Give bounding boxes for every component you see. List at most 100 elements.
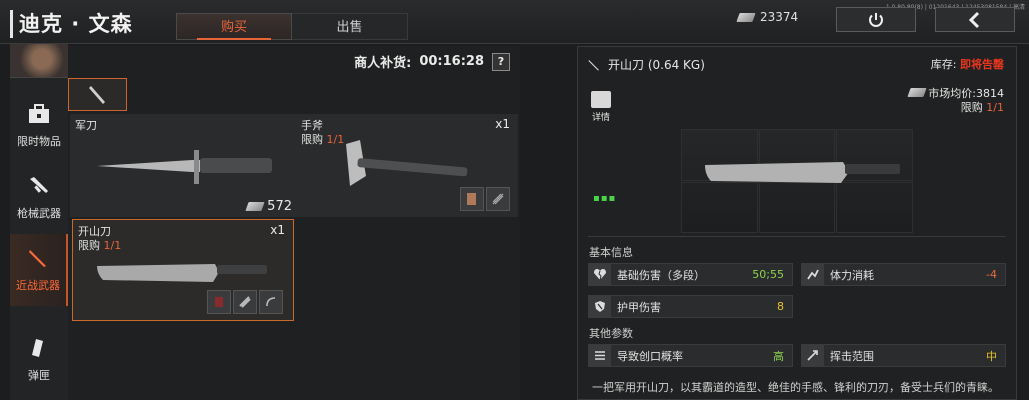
stamina-icon: [802, 264, 824, 285]
sidebar-item-melee[interactable]: 近战武器: [10, 234, 68, 306]
quality-dots: ▪▪▪: [593, 193, 617, 204]
cash-icon: [907, 88, 927, 97]
item-card-bayonet[interactable]: 军刀 572: [70, 114, 296, 217]
stat-label: 体力消耗: [830, 268, 874, 282]
whetstone-icon: [239, 296, 251, 308]
stat-label: 导致创口概率: [617, 349, 683, 363]
broken-heart-icon: [589, 264, 611, 285]
limit-row: 限购 1/1: [909, 101, 1004, 115]
attachment-slot[interactable]: [259, 290, 283, 314]
magazine-icon: [28, 337, 50, 359]
machete-icon: [88, 85, 105, 104]
market-info: 市场均价:3814 限购 1/1: [907, 87, 1004, 115]
hatchet-icon: [346, 140, 468, 186]
machete-icon: [97, 264, 267, 282]
detail-title-text: 开山刀 (0.64 KG): [608, 58, 705, 72]
attachment-slot[interactable]: [207, 290, 231, 314]
stock-label: 库存:: [930, 58, 957, 71]
back-button[interactable]: [935, 7, 1015, 32]
stat-value: 8: [777, 300, 784, 313]
item-card-hatchet[interactable]: 手斧 限购 1/1 x1: [296, 114, 518, 217]
restock-time: 00:16:28: [419, 54, 484, 69]
rifle-icon: [28, 175, 50, 197]
item-description: 一把军用开山刀，以其霸道的造型、绝佳的手感、锋利的刀刃，备受士兵们的青睐。: [592, 381, 999, 394]
cash-icon: [736, 12, 756, 22]
currency-display: 23374: [736, 10, 799, 24]
stat-stamina: 体力消耗 -4: [801, 263, 1006, 286]
detail-info-button[interactable]: 详情: [588, 91, 614, 123]
wound-icon: [589, 345, 611, 366]
trader-name: 迪克 · 文森: [10, 10, 133, 38]
sidebar-item-firearms[interactable]: 枪械武器: [10, 162, 68, 234]
item-qty: x1: [270, 223, 285, 237]
bandage-icon: [215, 297, 223, 307]
tab-sell[interactable]: 出售: [292, 13, 408, 40]
back-arrow-icon: [968, 11, 980, 28]
sidebar-item-label: 枪械武器: [17, 207, 61, 220]
divider: [588, 236, 1006, 237]
help-button[interactable]: ?: [492, 52, 510, 71]
power-icon: [869, 12, 883, 27]
power-button[interactable]: [836, 7, 916, 32]
market-label: 市场均价:: [928, 87, 976, 100]
basic-info-label: 基本信息: [589, 246, 633, 259]
limit-value: 1/1: [103, 239, 122, 252]
item-limit: 限购 1/1: [78, 237, 121, 253]
stat-value: -4: [986, 268, 997, 281]
currency-amount: 23374: [760, 10, 799, 24]
rope-icon: [266, 297, 276, 307]
filter-machete-slot[interactable]: [68, 78, 127, 111]
stat-label: 挥击范围: [830, 349, 874, 363]
limit-label: 限购: [960, 101, 983, 114]
swing-icon: [802, 345, 824, 366]
sidebar-item-label: 弹匣: [28, 369, 50, 382]
stat-swing-range: 挥击范围 中: [801, 344, 1006, 367]
sidebar-item-magazine[interactable]: 弹匣: [10, 324, 68, 396]
item-price-value: 572: [267, 199, 292, 214]
stat-value: 高: [773, 349, 784, 363]
detail-title: 开山刀 (0.64 KG): [588, 56, 705, 73]
sidebar-item-limited[interactable]: 限时物品: [10, 90, 68, 162]
briefcase-icon: [28, 103, 50, 125]
attachment-slot[interactable]: [486, 187, 510, 211]
sidebar-item-label: 限时物品: [17, 135, 61, 148]
limit-label: 限购: [78, 239, 100, 252]
info-card-icon: [591, 91, 611, 108]
machete-large-icon: [705, 162, 900, 183]
stat-label: 护甲伤害: [617, 300, 661, 314]
armor-break-icon: [589, 296, 611, 317]
tab-buy[interactable]: 购买: [176, 13, 292, 40]
detail-info-label: 详情: [591, 113, 610, 123]
book-icon: [467, 193, 476, 205]
item-price: 572: [245, 199, 292, 214]
restock-timer: 商人补货: 00:16:28 ?: [354, 52, 510, 71]
stat-base-damage: 基础伤害（多段） 50;55: [588, 263, 793, 286]
stat-armor-damage: 护甲伤害 8: [588, 295, 793, 318]
item-name: 军刀: [75, 119, 97, 132]
stat-value: 中: [986, 349, 997, 363]
item-qty: x1: [495, 117, 510, 131]
fiber-icon: [492, 193, 504, 205]
stat-value: 50;55: [752, 268, 784, 281]
item-detail-panel: 开山刀 (0.64 KG) 库存: 即将告罄 详情 市场均价:3814 限购 1…: [577, 46, 1017, 400]
market-price-row: 市场均价:3814: [907, 87, 1004, 101]
limit-value: 1/1: [986, 101, 1004, 114]
machete-icon: [588, 59, 599, 70]
bayonet-icon: [97, 150, 272, 184]
attachment-slot[interactable]: [233, 290, 257, 314]
item-card-machete[interactable]: 开山刀 限购 1/1 x1: [72, 219, 294, 321]
trader-avatar: [10, 44, 68, 78]
stat-label: 基础伤害（多段）: [617, 268, 705, 282]
other-params-label: 其他参数: [589, 327, 633, 340]
stat-bleed-chance: 导致创口概率 高: [588, 344, 793, 367]
restock-label: 商人补货:: [354, 56, 412, 71]
item-preview: [681, 129, 913, 233]
sidebar-item-label: 近战武器: [16, 279, 60, 292]
attachment-slot[interactable]: [460, 187, 484, 211]
stock-status: 库存: 即将告罄: [931, 56, 1004, 72]
shop-panel: 商人补货: 00:16:28 ? 军刀 572 手斧 限购 1/1 x1 开山刀…: [68, 46, 520, 400]
stock-value: 即将告罄: [960, 58, 1004, 71]
machete-icon: [27, 247, 49, 269]
cash-icon: [245, 202, 265, 211]
market-price: 3814: [976, 87, 1004, 100]
